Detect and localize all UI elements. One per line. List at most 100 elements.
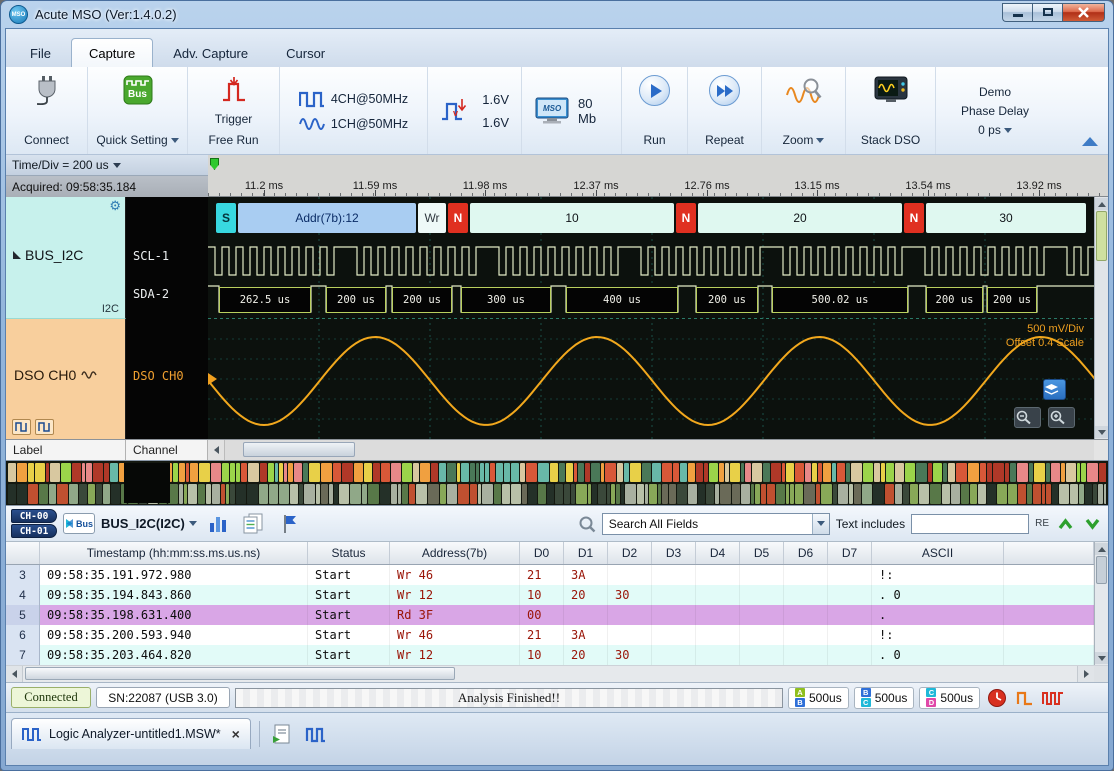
bus-selector[interactable]: BUS_I2C(I2C) [101, 516, 197, 531]
capture-overview-strip[interactable] [6, 460, 1108, 506]
dropdown-icon [113, 163, 121, 168]
d6-cell [784, 645, 828, 665]
expand-icon[interactable] [13, 251, 21, 259]
layers-button[interactable] [1043, 379, 1066, 400]
minimize-button[interactable] [1002, 3, 1032, 22]
zoom-in-button[interactable] [1048, 407, 1075, 428]
table-row[interactable]: 4 09:58:35.194.843.860 Start Wr 12 10 20… [6, 585, 1094, 605]
dso-trigger-level-marker[interactable] [208, 373, 217, 385]
header-d4[interactable]: D4 [696, 542, 740, 564]
search-text-input[interactable] [911, 514, 1029, 534]
chevron-down-icon [1084, 517, 1101, 531]
close-button[interactable] [1062, 3, 1105, 22]
waveform-horizontal-scrollbar[interactable] [225, 440, 1094, 460]
dso-ch0-label-panel[interactable]: DSO CH0 [6, 319, 126, 439]
header-rownum[interactable] [6, 542, 40, 564]
table-row[interactable]: 7 09:58:35.203.464.820 Start Wr 12 10 20… [6, 645, 1094, 665]
statistics-button[interactable] [203, 510, 233, 537]
trigger-position-marker[interactable] [210, 158, 219, 170]
run-button[interactable]: Run [622, 67, 688, 154]
table-horizontal-scrollbar[interactable] [6, 665, 1108, 682]
timing-clock-button[interactable] [985, 686, 1008, 710]
repeat-button[interactable]: Repeat [688, 67, 762, 154]
search-previous-button[interactable] [1055, 511, 1076, 536]
scroll-thumb[interactable] [1096, 556, 1107, 584]
header-d0[interactable]: D0 [520, 542, 564, 564]
document-tab[interactable]: Logic Analyzer-untitled1.MSW* × [11, 718, 251, 749]
scroll-thumb[interactable] [1096, 211, 1107, 261]
scroll-track[interactable] [23, 666, 1077, 682]
tab-ch01[interactable]: CH-01 [11, 524, 57, 538]
table-row[interactable]: 3 09:58:35.191.972.980 Start Wr 46 21 3A… [6, 565, 1094, 585]
scroll-thumb[interactable] [25, 667, 455, 680]
waveform-plot[interactable]: S Addr(7b):12 Wr N 10 N 20 N 30 262.5 us [208, 197, 1094, 439]
quick-setting-button[interactable]: Bus Quick Setting [88, 67, 188, 154]
zoom-button[interactable]: Zoom [762, 67, 846, 154]
tab-ch00[interactable]: CH-00 [11, 509, 57, 523]
cursor-measure-bc[interactable]: B C 500us [854, 687, 915, 709]
timestamp-cell: 09:58:35.200.593.940 [40, 625, 308, 645]
demo-phase-delay-setting[interactable]: Demo Phase Delay 0 ps [936, 67, 1054, 154]
threshold-settings[interactable]: v 1.6V 1.6V [428, 67, 522, 154]
tab-file[interactable]: File [12, 38, 69, 67]
header-address[interactable]: Address(7b) [390, 542, 520, 564]
scroll-down-arrow[interactable] [1095, 652, 1108, 664]
new-waveform-button[interactable] [303, 720, 330, 747]
table-vertical-scrollbar[interactable] [1094, 542, 1108, 665]
header-timestamp[interactable]: Timestamp (hh:mm:ss.ms.us.ns) [40, 542, 308, 564]
new-report-button[interactable] [268, 720, 295, 747]
header-d2[interactable]: D2 [608, 542, 652, 564]
header-d6[interactable]: D6 [784, 542, 828, 564]
time-div-selector[interactable]: Time/Div = 200 us [6, 155, 208, 176]
scroll-up-arrow[interactable] [1095, 543, 1108, 555]
dropdown-button[interactable] [812, 514, 829, 534]
volt-icon-letter: v [453, 108, 458, 118]
export-report-button[interactable] [239, 510, 269, 537]
tab-cursor[interactable]: Cursor [268, 38, 343, 67]
memory-depth-setting[interactable]: MSO 80 Mb [522, 67, 622, 154]
waveform-vertical-scrollbar[interactable] [1094, 197, 1108, 439]
scroll-right-arrow[interactable] [1077, 666, 1094, 682]
channel-dso-ch0[interactable]: DSO CH0 [133, 369, 184, 383]
bus-report-icon[interactable]: Bus [63, 513, 95, 534]
scroll-left-arrow[interactable] [6, 666, 23, 682]
multi-pulse-button[interactable] [1041, 686, 1064, 710]
single-pulse-button[interactable] [1013, 686, 1036, 710]
header-d5[interactable]: D5 [740, 542, 784, 564]
trigger-free-run-button[interactable]: Trigger Free Run [188, 67, 280, 154]
flag-button[interactable] [275, 510, 305, 537]
dso-wave-button-2[interactable] [35, 419, 54, 435]
scroll-thumb[interactable] [243, 442, 355, 457]
scroll-down-arrow[interactable] [1095, 426, 1108, 438]
tab-capture[interactable]: Capture [71, 38, 153, 67]
clock-icon [987, 688, 1007, 708]
ribbon-collapse-button[interactable] [1082, 137, 1098, 146]
tab-close-button[interactable]: × [232, 726, 240, 742]
header-d3[interactable]: D3 [652, 542, 696, 564]
table-row[interactable]: 6 09:58:35.200.593.940 Start Wr 46 21 3A… [6, 625, 1094, 645]
table-row-selected[interactable]: 5 09:58:35.198.631.400 Start Rd 3F 00 . [6, 605, 1094, 625]
header-d1[interactable]: D1 [564, 542, 608, 564]
ribbon-toolbar: Connect Bus Quick Setting Trigger Free R… [6, 67, 1108, 155]
channel-scl[interactable]: SCL-1 [133, 249, 169, 263]
sample-rate-settings[interactable]: 4CH@50MHz 1CH@50MHz [280, 67, 428, 154]
stack-dso-button[interactable]: Stack DSO [846, 67, 936, 154]
time-ruler[interactable]: 11.2 ms 11.59 ms 11.98 ms 12.37 ms 12.76… [208, 155, 1108, 197]
tab-adv-capture[interactable]: Adv. Capture [155, 38, 266, 67]
header-ascii[interactable]: ASCII [872, 542, 1004, 564]
zoom-out-button[interactable] [1014, 407, 1041, 428]
search-next-button[interactable] [1082, 511, 1103, 536]
header-d7[interactable]: D7 [828, 542, 872, 564]
header-status[interactable]: Status [308, 542, 390, 564]
channel-sda[interactable]: SDA-2 [133, 287, 169, 301]
scroll-left-arrow[interactable] [208, 440, 225, 460]
gear-icon[interactable]: ⚙ [109, 198, 121, 214]
dso-wave-button[interactable] [12, 419, 31, 435]
cursor-measure-ab[interactable]: A B 500us [788, 687, 849, 709]
scroll-up-arrow[interactable] [1095, 198, 1108, 210]
connect-button[interactable]: Connect [6, 67, 88, 154]
cursor-measure-cd[interactable]: C D 500us [919, 687, 980, 709]
bus-i2c-label-panel[interactable]: ⚙ BUS_I2C I2C [6, 197, 126, 319]
maximize-button[interactable] [1032, 3, 1062, 22]
search-field-dropdown[interactable]: Search All Fields [602, 513, 830, 535]
